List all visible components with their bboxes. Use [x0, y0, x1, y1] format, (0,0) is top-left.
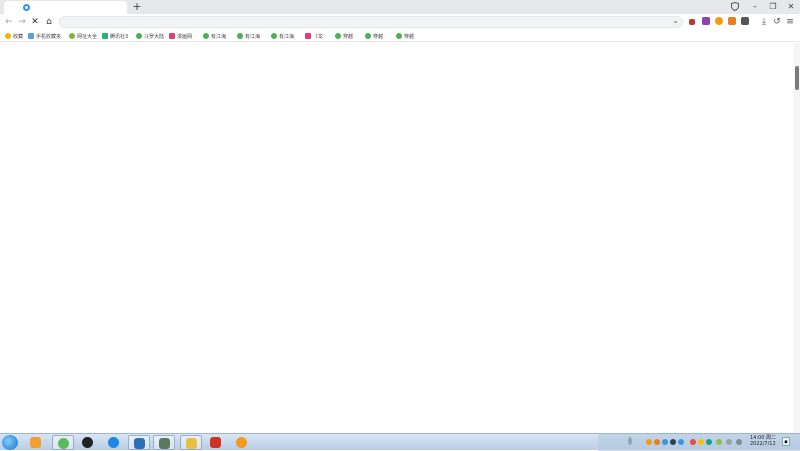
play-icon — [136, 33, 142, 39]
bookmark-item[interactable]: 网址大全 — [69, 31, 97, 41]
character-icon — [210, 437, 221, 448]
play-icon — [203, 33, 209, 39]
home-button[interactable]: ⌂ — [43, 14, 55, 30]
restore-button[interactable]: ❐ — [764, 0, 782, 14]
apps-grid-icon[interactable] — [741, 17, 749, 25]
minimize-button[interactable]: – — [746, 0, 764, 14]
glasses-icon — [186, 438, 197, 449]
tray-app-icon[interactable] — [654, 439, 660, 445]
bookmarks-bar: 收藏 手机收藏夹 网址大全 腾讯社3 斗罗大陆 漫画网 有江海 有江海 有江海 … — [0, 30, 800, 42]
extension-purple-icon[interactable] — [702, 17, 710, 25]
browser-icon — [58, 438, 69, 449]
bookmark-item[interactable]: 《龙 — [305, 31, 323, 41]
taskbar: 14:00 周二 2022/7/12 ▪ — [0, 433, 800, 451]
bookmark-item[interactable]: 收藏 — [5, 31, 23, 41]
folder-icon — [30, 437, 41, 448]
bookmark-item[interactable]: 有江海 — [271, 31, 294, 41]
page-content[interactable] — [0, 43, 800, 433]
pen-icon[interactable] — [628, 437, 632, 445]
play-icon — [237, 33, 243, 39]
book-icon — [305, 33, 311, 39]
obs-icon — [82, 437, 93, 448]
undo-icon[interactable]: ↺ — [771, 14, 783, 30]
tray-app-icon[interactable] — [670, 439, 676, 445]
character-app-button[interactable] — [205, 435, 227, 450]
play-icon — [365, 33, 371, 39]
scrollbar-thumb[interactable] — [795, 66, 799, 90]
blue-app-button[interactable] — [128, 435, 150, 450]
back-button[interactable]: ← — [3, 14, 15, 30]
bookmark-item[interactable]: 有江海 — [203, 31, 226, 41]
bookmark-item[interactable]: 穿越 — [335, 31, 353, 41]
bookmark-item[interactable]: 穿越 — [396, 31, 414, 41]
blue-app-icon — [134, 438, 145, 449]
play-icon — [335, 33, 341, 39]
gamepad-icon[interactable] — [728, 17, 736, 25]
address-bar[interactable]: ⌄ — [59, 16, 683, 28]
tray-app-icon[interactable] — [662, 439, 668, 445]
forward-button[interactable]: → — [16, 14, 28, 30]
bookmark-item[interactable]: 腾讯社3 — [102, 31, 128, 41]
tray-app-icon[interactable] — [706, 439, 712, 445]
help-icon — [236, 437, 247, 448]
scissors-icon[interactable] — [689, 19, 695, 25]
tray-app-icon[interactable] — [678, 439, 684, 445]
globe-icon — [69, 33, 75, 39]
browser-toolbar: ← → ✕ ⌂ ⌄ ⤓ ↺ ≡ — [0, 14, 800, 30]
shield-icon[interactable] — [731, 2, 739, 11]
tab-strip: + – ❐ ✕ — [0, 0, 800, 14]
swirl-icon — [108, 437, 119, 448]
swirl-app-button[interactable] — [103, 435, 125, 450]
active-tab[interactable] — [4, 1, 127, 14]
game-icon — [159, 438, 170, 449]
menu-icon[interactable]: ≡ — [784, 14, 796, 30]
bookmark-item[interactable]: 手机收藏夹 — [28, 31, 61, 41]
close-window-button[interactable]: ✕ — [782, 0, 800, 14]
browser-app-button[interactable] — [52, 435, 74, 450]
obs-app-button[interactable] — [77, 435, 99, 450]
tray-app-icon[interactable] — [716, 439, 722, 445]
glasses-app-button[interactable] — [180, 435, 202, 450]
help-app-button[interactable] — [231, 435, 253, 450]
play-icon — [396, 33, 402, 39]
network-icon[interactable] — [726, 439, 732, 445]
clock-date: 2022/7/12 — [750, 441, 776, 447]
extension-orange-icon[interactable] — [715, 17, 723, 25]
stop-button[interactable]: ✕ — [29, 14, 41, 30]
bookmark-item[interactable]: 穿越 — [365, 31, 383, 41]
tray-app-icon[interactable] — [646, 439, 652, 445]
tray-app-icon[interactable] — [690, 439, 696, 445]
volume-icon[interactable] — [736, 439, 742, 445]
bookmark-item[interactable]: 有江海 — [237, 31, 260, 41]
start-button[interactable] — [2, 435, 18, 450]
play-icon — [271, 33, 277, 39]
browser-favicon-icon — [23, 4, 30, 11]
star-icon — [5, 33, 11, 39]
app-icon — [102, 33, 108, 39]
phone-icon — [28, 33, 34, 39]
new-tab-button[interactable]: + — [131, 0, 143, 14]
bookmark-item[interactable]: 斗罗大陆 — [136, 31, 164, 41]
vertical-scrollbar[interactable] — [794, 43, 800, 433]
bookmark-item[interactable]: 漫画网 — [169, 31, 192, 41]
clock[interactable]: 14:00 周二 2022/7/12 — [750, 435, 776, 447]
book-icon — [169, 33, 175, 39]
game-app-button[interactable] — [153, 435, 175, 450]
tray-app-icon[interactable] — [698, 439, 704, 445]
chevron-down-icon[interactable]: ⌄ — [672, 16, 679, 25]
notification-icon[interactable]: ▪ — [782, 437, 790, 446]
folder-app-button[interactable] — [25, 435, 47, 450]
download-icon[interactable]: ⤓ — [758, 14, 770, 30]
